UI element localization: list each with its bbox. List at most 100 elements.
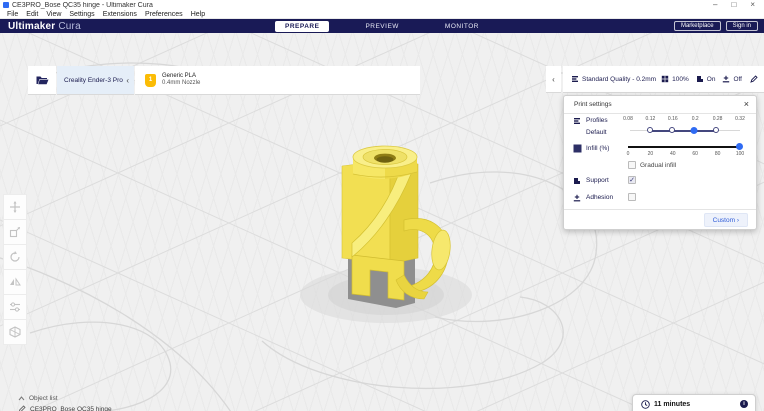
profile-stop-012[interactable] bbox=[647, 127, 653, 133]
close-button[interactable]: × bbox=[750, 0, 755, 10]
profiles-icon bbox=[573, 117, 581, 125]
brand-cura: Cura bbox=[58, 21, 80, 32]
printer-name: Creality Ender-3 Pro bbox=[64, 77, 126, 84]
move-tool-button[interactable] bbox=[3, 194, 27, 220]
profile-tick: 0.32 bbox=[735, 116, 745, 122]
mirror-tool-button[interactable] bbox=[3, 269, 27, 295]
adhesion-summary-state: Off bbox=[733, 76, 742, 83]
profile-slider[interactable]: 0.08 0.12 0.16 0.2 0.28 0.32 bbox=[628, 116, 740, 137]
mirror-icon bbox=[9, 276, 21, 288]
cura-window: CE3PRO_Bose QC35 hinge - Ultimaker Cura … bbox=[0, 0, 764, 411]
profile-tick: 0.12 bbox=[646, 116, 656, 122]
active-profile-label: Standard Quality - 0.2mm bbox=[582, 76, 656, 83]
gradual-infill-checkbox[interactable] bbox=[628, 161, 636, 169]
support-summary-state: On bbox=[707, 76, 716, 83]
per-model-settings-icon bbox=[9, 301, 21, 313]
infill-tick: 20 bbox=[648, 151, 654, 157]
infill-tick: 0 bbox=[627, 151, 630, 157]
object-list-header: Object list bbox=[29, 395, 58, 402]
infill-icon bbox=[661, 75, 669, 83]
infill-label: Infill (%) bbox=[586, 145, 609, 152]
infill-slider[interactable]: 0 20 40 60 80 100 Gradual infill bbox=[628, 143, 740, 169]
scale-tool-button[interactable] bbox=[3, 219, 27, 245]
model-bose-qc35-hinge[interactable] bbox=[342, 146, 452, 300]
pencil-icon bbox=[18, 405, 26, 411]
support-checkbox[interactable]: ✓ bbox=[628, 176, 636, 184]
plate-outline-curves bbox=[0, 63, 597, 411]
menu-view[interactable]: View bbox=[42, 11, 65, 18]
object-list-toggle[interactable]: Object list bbox=[18, 395, 112, 402]
infill-tick: 100 bbox=[736, 151, 744, 157]
open-file-button[interactable] bbox=[28, 66, 56, 95]
infill-summary-value: 100% bbox=[672, 76, 689, 83]
popup-close-icon[interactable]: × bbox=[744, 99, 749, 109]
action-panel: 11 minutes i 1g · 0.21m Preview Save to … bbox=[632, 394, 756, 411]
rotate-tool-button[interactable] bbox=[3, 244, 27, 270]
brand-ultimaker: Ultimaker bbox=[8, 21, 55, 32]
popup-title: Print settings bbox=[574, 101, 612, 108]
support-blocker-button[interactable] bbox=[3, 319, 27, 345]
adhesion-checkbox[interactable] bbox=[628, 193, 636, 201]
object-list-item[interactable]: CE3PRO_Bose QC35 hinge bbox=[18, 405, 112, 411]
menu-preferences[interactable]: Preferences bbox=[141, 11, 187, 18]
tab-monitor[interactable]: MONITOR bbox=[435, 21, 489, 32]
menu-help[interactable]: Help bbox=[187, 11, 209, 18]
app-header: Ultimaker Cura PREPARE PREVIEW MONITOR M… bbox=[0, 19, 764, 33]
object-list-panel: Object list CE3PRO_Bose QC35 hinge 12.3 … bbox=[18, 395, 112, 411]
cura-app-icon bbox=[3, 2, 9, 8]
infill-tick: 80 bbox=[715, 151, 721, 157]
minimize-button[interactable]: – bbox=[713, 0, 717, 10]
infill-tick: 60 bbox=[692, 151, 698, 157]
adhesion-label: Adhesion bbox=[586, 194, 613, 201]
tab-prepare[interactable]: PREPARE bbox=[275, 21, 329, 32]
marketplace-button[interactable]: Marketplace bbox=[674, 21, 721, 31]
printer-collapse-icon[interactable]: ‹ bbox=[126, 76, 129, 85]
tool-panel bbox=[3, 195, 27, 345]
rotate-icon bbox=[9, 251, 21, 263]
maximize-button[interactable]: □ bbox=[731, 0, 736, 10]
menu-settings[interactable]: Settings bbox=[65, 11, 98, 18]
chevron-up-icon bbox=[18, 396, 25, 401]
infill-square-icon bbox=[573, 144, 582, 153]
infill-slider-handle[interactable] bbox=[736, 143, 743, 150]
brand-logo: Ultimaker Cura bbox=[8, 21, 81, 32]
model-name: CE3PRO_Bose QC35 hinge bbox=[30, 406, 112, 411]
sign-in-button[interactable]: Sign in bbox=[726, 21, 758, 31]
print-settings-popup: Print settings × Profiles Default 0.08 0… bbox=[563, 95, 757, 230]
menu-file[interactable]: File bbox=[3, 11, 22, 18]
tab-preview[interactable]: PREVIEW bbox=[355, 21, 408, 32]
open-folder-icon bbox=[36, 75, 49, 85]
adhesion-row-icon bbox=[573, 194, 581, 202]
printer-selector[interactable]: Creality Ender-3 Pro ‹ bbox=[57, 66, 134, 95]
profile-tick: 0.16 bbox=[668, 116, 678, 122]
menu-extensions[interactable]: Extensions bbox=[99, 11, 141, 18]
extruder-badge: 1 bbox=[145, 74, 156, 87]
window-title: CE3PRO_Bose QC35 hinge - Ultimaker Cura bbox=[12, 2, 713, 9]
support-icon bbox=[696, 75, 704, 83]
divider bbox=[564, 209, 756, 210]
build-plate-viewport[interactable]: Object list CE3PRO_Bose QC35 hinge 12.3 … bbox=[0, 33, 764, 411]
edit-settings-pencil-icon[interactable] bbox=[750, 75, 758, 83]
nozzle-size: 0.4mm Nozzle bbox=[162, 80, 200, 87]
adhesion-icon bbox=[722, 75, 730, 83]
clock-icon bbox=[641, 400, 650, 409]
custom-settings-button[interactable]: Custom › bbox=[704, 213, 748, 227]
material-selector[interactable]: 1 Generic PLA 0.4mm Nozzle bbox=[135, 66, 420, 95]
profile-stop-028[interactable] bbox=[713, 127, 719, 133]
profile-tick: 0.2 bbox=[692, 116, 699, 122]
stage-tabs: PREPARE PREVIEW MONITOR bbox=[275, 19, 489, 33]
move-icon bbox=[9, 201, 21, 213]
menu-bar: File Edit View Settings Extensions Prefe… bbox=[0, 10, 764, 19]
profile-tick: 0.08 bbox=[623, 116, 633, 122]
settings-collapse-button[interactable]: ‹ bbox=[546, 66, 561, 93]
per-model-settings-button[interactable] bbox=[3, 294, 27, 320]
info-icon[interactable]: i bbox=[740, 400, 748, 408]
profiles-label: Profiles bbox=[586, 117, 608, 124]
profile-stop-016[interactable] bbox=[669, 127, 675, 133]
print-time-estimate: 11 minutes bbox=[654, 401, 690, 408]
profile-handle-selected[interactable] bbox=[691, 127, 698, 134]
profile-tick: 0.28 bbox=[713, 116, 723, 122]
print-settings-summary[interactable]: Standard Quality - 0.2mm 100% On Off bbox=[563, 66, 764, 93]
menu-edit[interactable]: Edit bbox=[22, 11, 42, 18]
infill-tick: 40 bbox=[670, 151, 676, 157]
